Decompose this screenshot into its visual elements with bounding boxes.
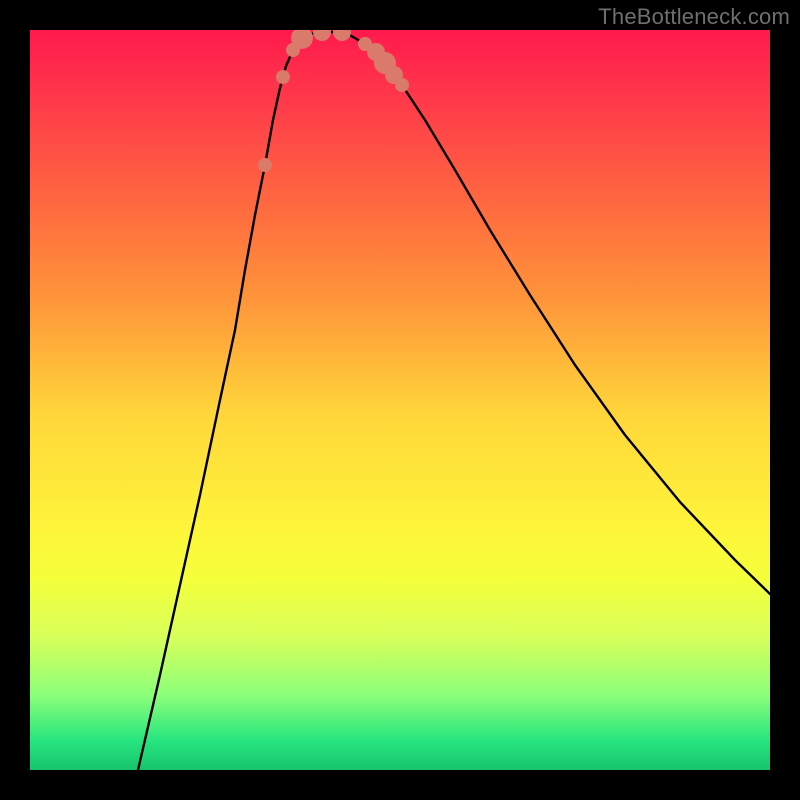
watermark-text: TheBottleneck.com	[598, 4, 790, 30]
data-point	[333, 30, 351, 41]
data-point	[313, 30, 331, 41]
data-point	[395, 78, 409, 92]
data-point	[276, 70, 290, 84]
data-point	[258, 158, 272, 172]
bottleneck-curve	[138, 32, 770, 770]
plot-area	[30, 30, 770, 770]
chart-svg	[30, 30, 770, 770]
chart-frame: TheBottleneck.com	[0, 0, 800, 800]
